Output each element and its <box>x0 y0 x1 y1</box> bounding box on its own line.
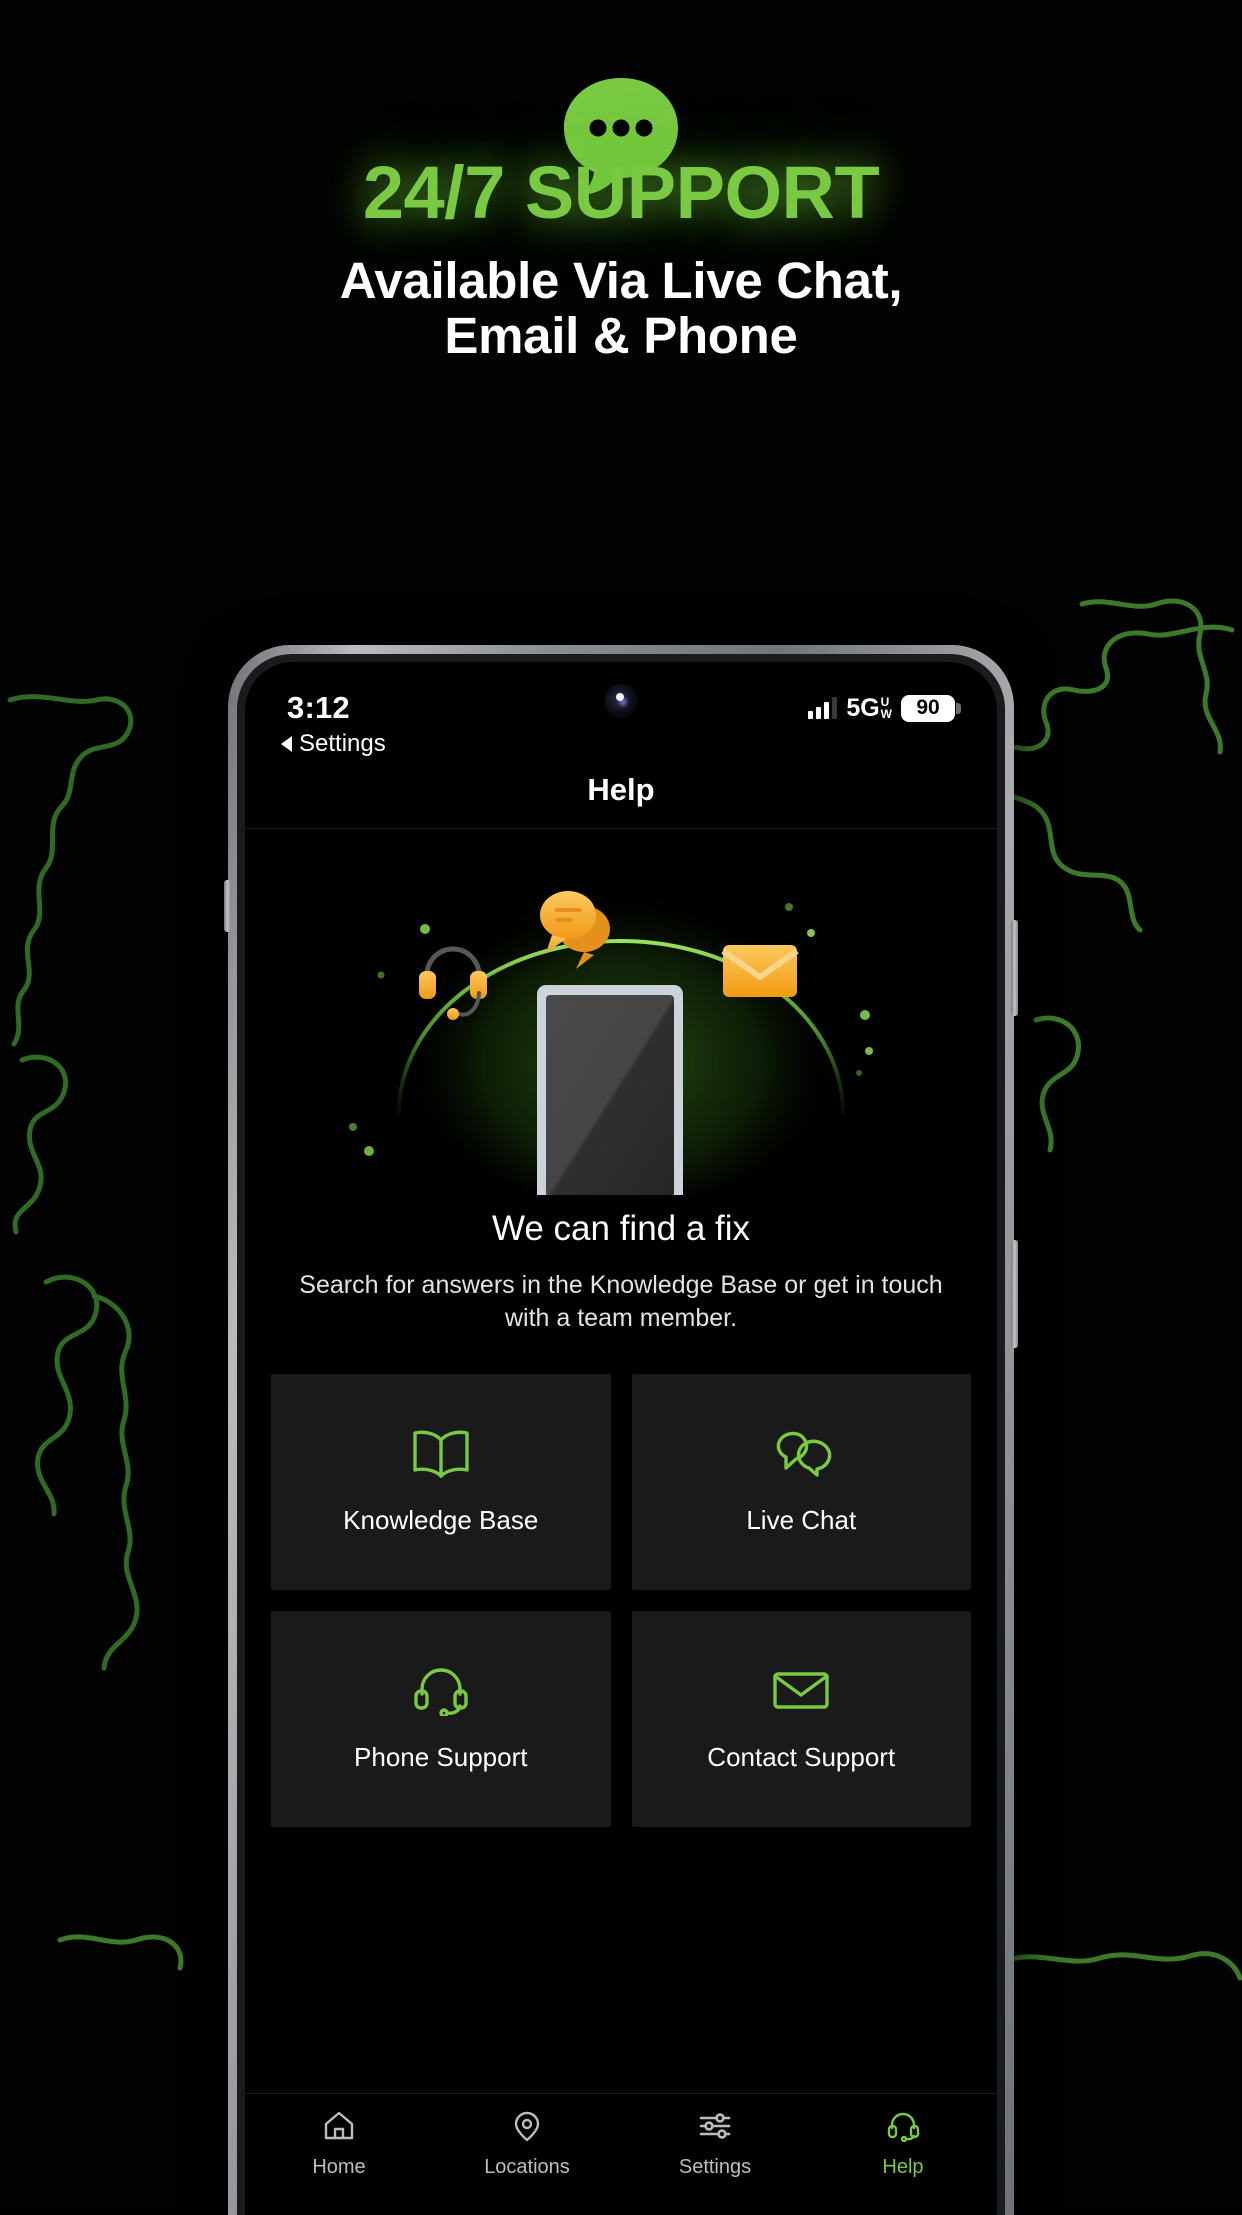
status-bar-indicators: 5G U W 90 <box>808 694 961 723</box>
page-subtitle-line-2: Email & Phone <box>444 307 798 365</box>
card-contact-support[interactable]: Contact Support <box>631 1610 971 1827</box>
envelope-icon <box>770 1664 832 1716</box>
phone-frame: 3:12 5G U W 90 Settings Help We can find… <box>224 645 1018 2215</box>
bottom-tab-bar: Home Locations Settings Help <box>245 2093 997 2215</box>
sliders-icon <box>698 2110 732 2147</box>
network-superscript-bottom: W <box>880 707 892 721</box>
chat-bubbles-icon <box>770 1427 832 1479</box>
chat-bubble-icon <box>561 0 681 195</box>
open-book-icon <box>410 1427 472 1479</box>
illustration-envelope-icon <box>721 945 799 997</box>
volume-button[interactable] <box>1011 920 1018 1016</box>
card-label: Live Chat <box>746 1505 857 1535</box>
card-live-chat[interactable]: Live Chat <box>631 1373 971 1590</box>
status-bar-time: 3:12 <box>287 690 350 725</box>
tab-locations[interactable]: Locations <box>433 2094 621 2215</box>
battery-percent-label: 90 <box>916 696 940 719</box>
tab-label: Settings <box>678 2156 752 2178</box>
status-bar: 3:12 5G U W 90 <box>245 662 997 736</box>
content-heading: We can find a fix <box>491 1209 751 1248</box>
card-phone-support[interactable]: Phone Support <box>271 1610 611 1827</box>
network-type-label: 5G <box>846 693 880 722</box>
headset-icon <box>886 2110 920 2147</box>
power-button[interactable] <box>1011 1240 1018 1348</box>
illustration-device <box>537 985 683 1195</box>
card-knowledge-base[interactable]: Knowledge Base <box>271 1373 611 1590</box>
front-camera <box>604 684 638 718</box>
support-illustration <box>245 845 997 1205</box>
phone-mockup: 3:12 5G U W 90 Settings Help We can find… <box>224 645 1018 2215</box>
tab-settings[interactable]: Settings <box>621 2094 809 2215</box>
card-label: Knowledge Base <box>343 1505 539 1535</box>
headset-icon <box>410 1664 472 1718</box>
signal-strength-icon <box>808 697 838 719</box>
support-options-grid: Knowledge Base Live Chat Phone Support C… <box>271 1373 971 1827</box>
card-label: Contact Support <box>707 1742 896 1772</box>
card-label: Phone Support <box>354 1742 528 1772</box>
tab-label: Help <box>882 2156 924 2178</box>
network-type-indicator: 5G U W <box>846 694 892 723</box>
content-description: Search for answers in the Knowledge Base… <box>299 1271 943 1333</box>
home-icon <box>322 2110 356 2147</box>
tab-home[interactable]: Home <box>245 2094 433 2215</box>
tab-label: Locations <box>484 2156 570 2178</box>
chevron-left-icon <box>281 736 292 752</box>
battery-icon: 90 <box>901 694 961 722</box>
page-title: 24/7 SUPPORT <box>362 151 880 234</box>
mute-switch[interactable] <box>224 880 231 932</box>
phone-bezel: 3:12 5G U W 90 Settings Help We can find… <box>237 654 1005 2215</box>
phone-screen: 3:12 5G U W 90 Settings Help We can find… <box>245 662 997 2215</box>
page-subtitle: Available Via Live Chat, Email & Phone <box>0 253 1242 363</box>
page-subtitle-line-1: Available Via Live Chat, <box>339 252 903 309</box>
screen-title: Help <box>245 772 997 829</box>
tab-label: Home <box>312 2156 366 2178</box>
hero-section: 24/7 SUPPORT Available Via Live Chat, Em… <box>0 0 1242 363</box>
map-pin-icon <box>510 2110 544 2147</box>
tab-help[interactable]: Help <box>809 2094 997 2215</box>
